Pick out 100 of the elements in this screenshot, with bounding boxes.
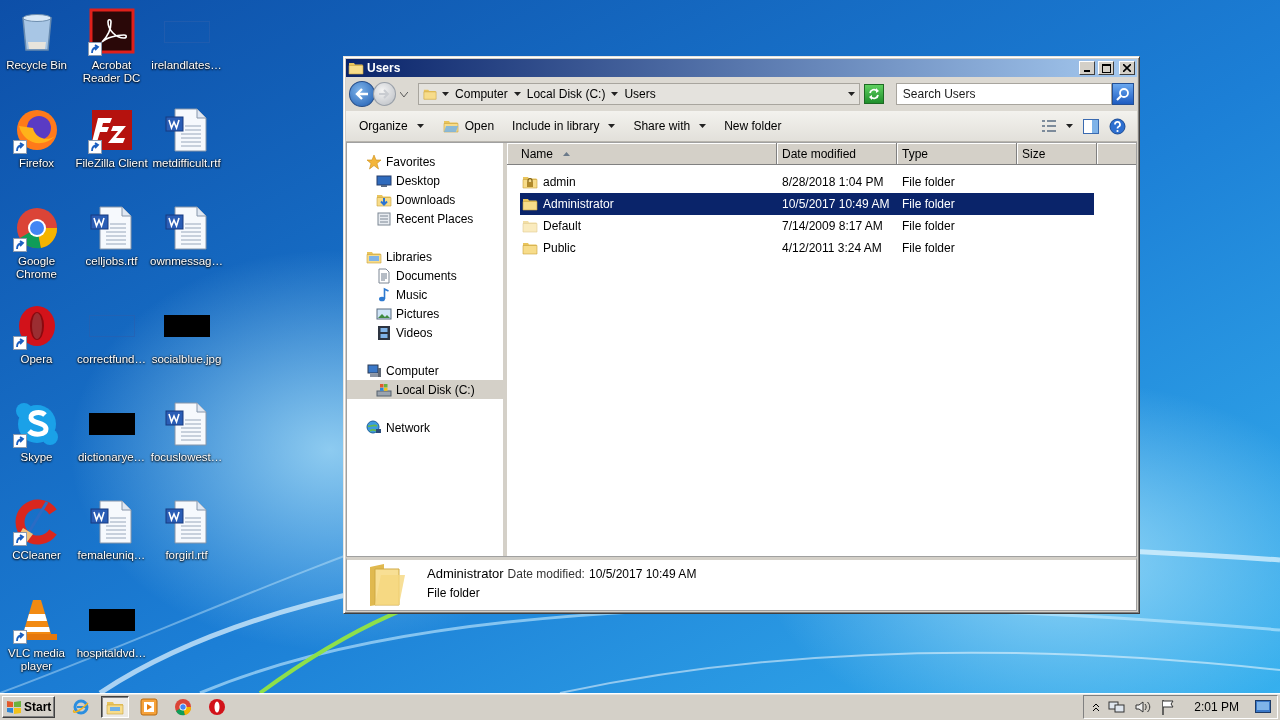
taskbar-app[interactable] [101,696,129,718]
folder-icon [522,218,538,234]
type-cell-text: File folder [901,241,956,255]
column-header[interactable]: Size [1017,143,1097,165]
toolbar-menu[interactable]: Include in library [503,114,625,138]
nav-item[interactable]: Music [347,285,503,304]
preview-pane-icon [1083,118,1099,134]
nav-item[interactable]: Desktop [347,171,503,190]
browser-icon [72,698,90,716]
monitor-icon [376,172,392,189]
windows-logo-icon [6,700,22,714]
field-value: 10/5/2017 10:49 AM [588,567,697,581]
breadcrumb[interactable]: Users [623,87,657,101]
music-note-icon [376,286,392,303]
nav-item[interactable]: Documents [347,266,503,285]
nav-item[interactable]: Pictures [347,304,503,323]
start-button[interactable]: Start [2,696,55,718]
column-header[interactable]: Date modified [777,143,897,165]
shortcut-arrow-icon [87,140,102,154]
column-header[interactable]: Name [507,143,777,165]
nav-item[interactable]: Local Disk (C:) [347,380,503,399]
clock[interactable]: 2:01 PM [1194,700,1239,714]
flag-icon[interactable] [1160,699,1177,715]
recent-places-icon [376,210,392,227]
drive-icon [376,381,392,398]
toolbar-menu[interactable]: Organize [350,114,433,138]
speaker-icon[interactable] [1134,699,1153,715]
browser-icon [174,698,192,716]
file-row[interactable]: Public 4/12/2011 3:24 AM File folder [520,237,1094,259]
forward-button[interactable] [372,82,397,106]
chevron-up-icon[interactable] [1092,702,1101,712]
item-name: Administrator [427,566,504,581]
folder-icon [367,563,407,607]
nav-item[interactable]: Computer [347,361,503,380]
shortcut-arrow-icon [87,42,102,56]
caret-icon [442,92,450,96]
window-title: Users [367,61,402,75]
minimize-button[interactable] [1079,61,1095,75]
nav-item[interactable]: Favorites [347,152,503,171]
type-cell-text: File folder [901,175,956,189]
file-row[interactable]: admin 8/28/2018 1:04 PM File folder [520,171,1094,193]
maximize-button[interactable] [1098,61,1114,75]
shortcut-arrow-icon [12,238,27,252]
column-header[interactable]: Type [897,143,1017,165]
caret-icon [611,92,619,96]
close-icon [1123,64,1131,72]
image-thumbnail-icon [88,609,135,631]
search-field[interactable]: Search Users [895,83,1113,105]
document-icon [376,267,392,284]
type-cell-text: File folder [901,219,956,233]
shortcut-arrow-icon [12,434,27,448]
date-cell-text: 10/5/2017 10:49 AM [781,197,891,211]
folder-icon [348,60,364,76]
column-header-filler [1097,143,1136,165]
nav-item[interactable]: Recent Places [347,209,503,228]
new-folder-button[interactable]: New folder [715,114,791,138]
search-button[interactable] [1112,83,1134,105]
breadcrumb[interactable]: Local Disk (C:) [525,87,607,101]
file-row[interactable]: Default 7/14/2009 8:17 AM File folder [520,215,1094,237]
nav-item[interactable]: Libraries [347,247,503,266]
search-icon [1116,87,1131,101]
shortcut-arrow-icon [12,630,27,644]
image-thumbnail-icon [88,413,135,435]
refresh-icon [866,87,881,101]
caret-icon [848,92,856,96]
file-name: Administrator [543,197,614,211]
refresh-button[interactable] [864,84,884,104]
file-name: admin [543,175,576,189]
image-thumbnail-icon [163,315,210,337]
nav-item[interactable]: Network [347,418,503,437]
film-icon [376,324,392,341]
toolbar-menu[interactable]: Share with [624,114,716,138]
pictures-icon [376,305,392,322]
item-type: File folder [427,586,481,600]
browser-icon [208,698,226,716]
caret-icon [608,124,616,128]
address-bar[interactable]: Computer Local Disk (C:) Users [418,83,861,105]
breadcrumb[interactable]: Computer [454,87,509,101]
file-row[interactable]: Administrator 10/5/2017 10:49 AM File folder [520,193,1094,215]
network-icon[interactable] [1108,699,1127,715]
pdf-reader-icon [87,8,136,56]
maximize-icon [1101,63,1111,73]
media-player-icon [140,698,158,716]
back-button[interactable] [349,81,375,107]
nav-item[interactable]: Videos [347,323,503,342]
help-icon [1109,117,1126,135]
network-icon [366,419,382,436]
locked-folder-icon [522,174,538,190]
arrow-left-icon [354,88,369,100]
folder-icon [522,240,538,256]
nav-item[interactable]: Downloads [347,190,503,209]
shortcut-arrow-icon [12,532,27,546]
caret-icon [1066,124,1073,128]
file-name: Public [543,241,576,255]
close-button[interactable] [1119,61,1135,75]
open-button[interactable]: Open [432,114,504,138]
file-name: Default [543,219,582,233]
date-cell-text: 4/12/2011 3:24 AM [781,241,883,255]
show-desktop-icon[interactable] [1255,700,1271,714]
computer-icon [366,362,382,379]
